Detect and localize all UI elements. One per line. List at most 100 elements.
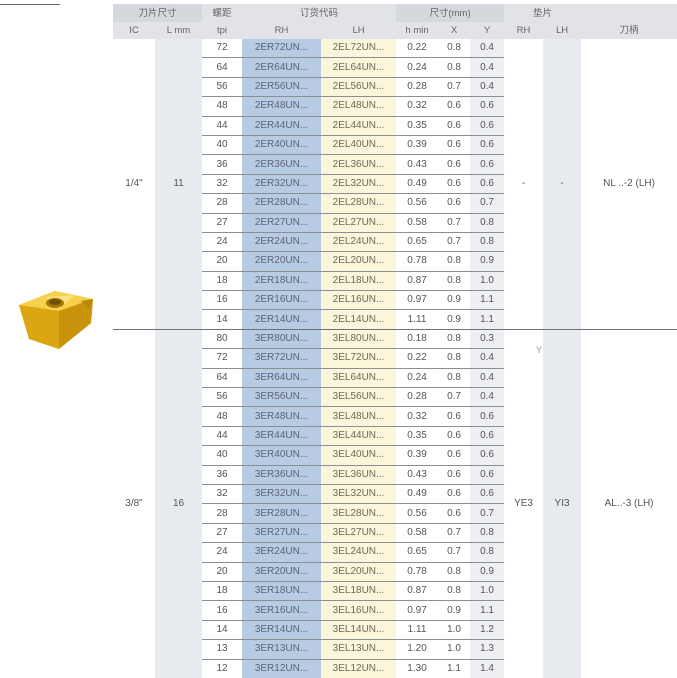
x-cell: 0.6	[438, 174, 471, 195]
tpi-cell: 16	[202, 600, 243, 621]
tpi-cell: 27	[202, 213, 243, 233]
y-cell: 0.4	[470, 368, 505, 389]
shim-rh-cell: YE3	[504, 328, 544, 678]
tpi-cell: 24	[202, 232, 243, 253]
y-cell: 0.8	[470, 213, 505, 233]
header-tpi: tpi	[202, 22, 243, 39]
hmin-cell: 0.22	[396, 39, 439, 59]
rh-code-cell: 3ER36UN...	[242, 465, 322, 485]
tpi-cell: 48	[202, 406, 243, 427]
x-cell: 0.6	[438, 503, 471, 524]
hmin-cell: 0.43	[396, 154, 439, 175]
tpi-cell: 20	[202, 251, 243, 272]
hmin-cell: 1.11	[396, 309, 439, 330]
hmin-cell: 0.39	[396, 135, 439, 156]
hmin-cell: 0.49	[396, 174, 439, 195]
y-cell: 0.6	[470, 426, 505, 447]
lh-code-cell: 2EL32UN...	[321, 174, 397, 195]
lh-code-cell: 2EL48UN...	[321, 96, 397, 117]
hmin-cell: 0.35	[396, 116, 439, 136]
rh-code-cell: 3ER48UN...	[242, 406, 322, 427]
tpi-cell: 72	[202, 348, 243, 369]
tpi-cell: 13	[202, 639, 243, 660]
y-cell: 1.4	[470, 659, 505, 678]
lh-code-cell: 2EL24UN...	[321, 232, 397, 253]
tpi-cell: 14	[202, 309, 243, 330]
header-shim: 垫片	[504, 4, 582, 22]
x-cell: 0.9	[438, 309, 471, 330]
tpi-cell: 56	[202, 77, 243, 98]
table-body: 1/4" 11 72 2ER72UN... 2EL72UN... 0.22 0.8 0.4- -…	[113, 39, 677, 678]
y-cell: 0.8	[470, 523, 505, 544]
rh-code-cell: 3ER20UN...	[242, 562, 322, 582]
y-cell: 0.4	[470, 57, 505, 78]
x-cell: 0.8	[438, 57, 471, 78]
tpi-cell: 12	[202, 659, 243, 678]
hmin-cell: 0.58	[396, 213, 439, 233]
rh-code-cell: 3ER14UN...	[242, 620, 322, 641]
header-blank	[581, 4, 677, 22]
x-cell: 0.9	[438, 290, 471, 311]
header-insert-size: 刀片尺寸	[113, 4, 203, 22]
tpi-cell: 14	[202, 620, 243, 641]
y-cell: 0.3	[470, 328, 505, 350]
hmin-cell: 0.35	[396, 426, 439, 447]
tpi-cell: 28	[202, 503, 243, 524]
tpi-cell: 72	[202, 39, 243, 59]
hmin-cell: 0.43	[396, 465, 439, 485]
lh-code-cell: 2EL18UN...	[321, 271, 397, 292]
rh-code-cell: 3ER18UN...	[242, 581, 322, 602]
x-cell: 0.6	[438, 484, 471, 505]
rh-code-cell: 2ER20UN...	[242, 251, 322, 272]
rh-code-cell: 2ER18UN...	[242, 271, 322, 292]
header-order-code: 订货代码	[242, 4, 397, 22]
tpi-cell: 27	[202, 523, 243, 544]
rh-code-cell: 2ER56UN...	[242, 77, 322, 98]
y-cell: 1.1	[470, 309, 505, 330]
hmin-cell: 0.32	[396, 96, 439, 117]
hmin-cell: 0.65	[396, 542, 439, 563]
lh-code-cell: 3EL14UN...	[321, 620, 397, 641]
rh-code-cell: 3ER40UN...	[242, 445, 322, 466]
y-cell: 0.6	[470, 96, 505, 117]
lh-code-cell: 3EL36UN...	[321, 465, 397, 485]
hmin-cell: 0.56	[396, 193, 439, 214]
hmin-cell: 0.24	[396, 368, 439, 389]
x-cell: 0.8	[438, 348, 471, 369]
lh-code-cell: 3EL13UN...	[321, 639, 397, 660]
hmin-cell: 0.39	[396, 445, 439, 466]
hmin-cell: 0.58	[396, 523, 439, 544]
lh-code-cell: 3EL40UN...	[321, 445, 397, 466]
y-cell: 0.4	[470, 387, 505, 408]
lh-code-cell: 3EL64UN...	[321, 368, 397, 389]
lh-code-cell: 3EL80UN...	[321, 328, 397, 350]
rh-code-cell: 2ER36UN...	[242, 154, 322, 175]
divider	[0, 4, 60, 5]
header-dims: 尺寸(mm)	[396, 4, 505, 22]
y-cell: 1.2	[470, 620, 505, 641]
rh-code-cell: 3ER27UN...	[242, 523, 322, 544]
rh-code-cell: 3ER16UN...	[242, 600, 322, 621]
y-cell: 0.6	[470, 154, 505, 175]
lh-code-cell: 3EL28UN...	[321, 503, 397, 524]
rh-code-cell: 2ER44UN...	[242, 116, 322, 136]
lh-code-cell: 3EL44UN...	[321, 426, 397, 447]
rh-code-cell: 2ER14UN...	[242, 309, 322, 330]
x-cell: 0.7	[438, 387, 471, 408]
x-cell: 0.6	[438, 445, 471, 466]
x-cell: 0.8	[438, 39, 471, 59]
lh-code-cell: 2EL44UN...	[321, 116, 397, 136]
tpi-cell: 18	[202, 271, 243, 292]
tpi-cell: 16	[202, 290, 243, 311]
y-cell: 0.4	[470, 348, 505, 369]
header-hmin: h min	[396, 22, 439, 39]
thread-insert-table: 刀片尺寸 螺距 订货代码 尺寸(mm) 垫片 IC L mm tpi RH LH…	[113, 4, 677, 678]
header-shim-rh: RH	[504, 22, 544, 39]
hmin-cell: 1.20	[396, 639, 439, 660]
rh-code-cell: 2ER72UN...	[242, 39, 322, 59]
lh-code-cell: 3EL27UN...	[321, 523, 397, 544]
rh-code-cell: 3ER28UN...	[242, 503, 322, 524]
x-cell: 0.8	[438, 368, 471, 389]
tpi-cell: 32	[202, 174, 243, 195]
tpi-cell: 24	[202, 542, 243, 563]
